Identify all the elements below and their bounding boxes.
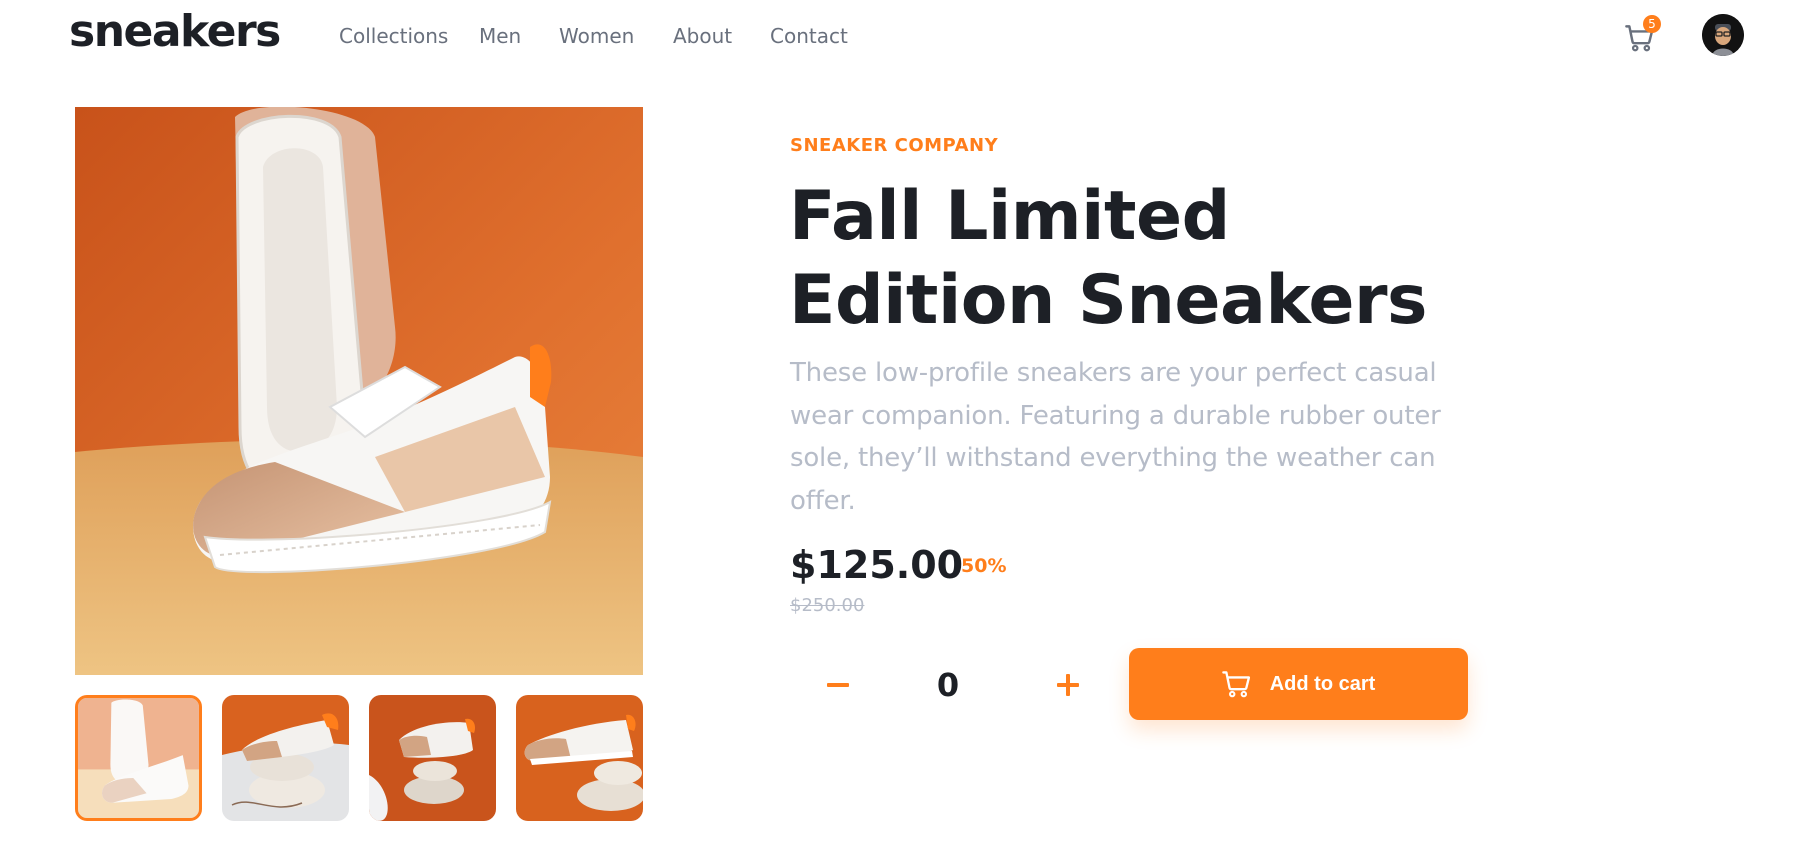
main-nav: Collections Men Women About Contact: [339, 24, 848, 48]
product-title: Fall Limited Edition Sneakers: [789, 177, 1427, 340]
nav-women[interactable]: Women: [559, 24, 634, 48]
nav-men[interactable]: Men: [479, 24, 523, 48]
thumbnail-3[interactable]: [369, 695, 496, 821]
thumbnail-4[interactable]: [516, 695, 643, 821]
product-main-image[interactable]: [75, 107, 643, 675]
quantity-increase-button[interactable]: [1044, 663, 1092, 707]
original-price: $250.00: [790, 595, 865, 616]
cart-count-badge: 5: [1643, 15, 1661, 33]
add-to-cart-button[interactable]: Add to cart: [1129, 648, 1468, 720]
cart-icon: [1221, 671, 1250, 698]
thumbnail-2[interactable]: [222, 695, 349, 821]
logo[interactable]: sneakers: [69, 6, 281, 57]
thumbnail-1-image: [78, 698, 199, 818]
nav-contact[interactable]: Contact: [770, 24, 848, 48]
plus-icon: [1057, 674, 1079, 696]
add-to-cart-label: Add to cart: [1269, 672, 1376, 695]
nav-about[interactable]: About: [673, 24, 732, 48]
quantity-value: 0: [936, 666, 960, 704]
thumbnail-4-image: [516, 695, 643, 821]
minus-icon: [827, 683, 849, 687]
cart-button[interactable]: 5: [1625, 15, 1661, 52]
avatar[interactable]: [1702, 14, 1744, 56]
thumbnail-1[interactable]: [75, 695, 202, 821]
quantity-stepper: 0: [790, 649, 1120, 721]
thumbnail-3-image: [369, 695, 496, 821]
company-name: SNEAKER COMPANY: [790, 135, 999, 156]
sneaker-image: [75, 107, 643, 675]
avatar-image: [1702, 14, 1744, 56]
quantity-decrease-button[interactable]: [814, 663, 862, 707]
nav-collections[interactable]: Collections: [339, 24, 471, 48]
thumbnail-strip: [75, 695, 643, 823]
thumbnail-2-image: [222, 695, 349, 821]
product-description: These low-profile sneakers are your perf…: [790, 358, 1441, 516]
current-price: $125.00: [790, 543, 964, 587]
discount-badge: 50%: [961, 555, 1007, 577]
